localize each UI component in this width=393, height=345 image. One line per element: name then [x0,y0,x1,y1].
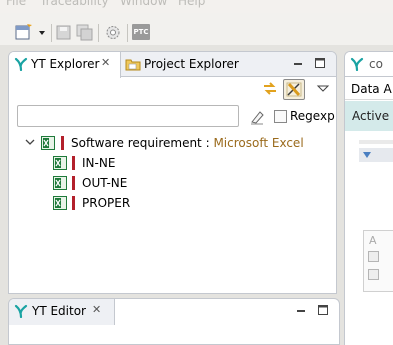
status-marker [72,196,75,210]
tree-node-label: Software requirement : Microsoft Excel [71,136,304,150]
node-separator: : [201,136,214,150]
ptc-icon: PTC [132,24,150,40]
right-header-text: Data A [351,82,392,96]
gear-button[interactable] [104,24,122,41]
tab-label: YT Editor [32,304,86,318]
table-area: A [363,230,393,292]
right-header: Data A [345,78,393,100]
new-wizard-button[interactable] [14,24,36,41]
filter-toggle-button[interactable] [283,79,305,100]
link-with-editor-icon [264,82,276,95]
status-marker [72,156,75,170]
close-icon[interactable]: ✕ [92,303,101,316]
minimize-button[interactable] [295,303,307,320]
eraser-icon [251,111,264,125]
status-marker [61,136,64,150]
right-view: co Data A Active A [344,51,393,345]
tree-node-child[interactable]: PROPER [9,193,336,213]
node-name: Software requirement [71,136,202,150]
view-menu-button[interactable] [316,82,330,96]
clear-filter-button[interactable] [248,108,266,126]
node-type: Microsoft Excel [213,136,304,150]
minimize-icon [294,63,302,65]
menu-window[interactable]: Window [120,0,167,8]
yt-explorer-view: YT Explorer ✕ Project Explorer Regexp So… [8,51,337,294]
tree-node-root[interactable]: Software requirement : Microsoft Excel [9,133,336,153]
yt-logo-icon [350,57,364,71]
menu-traceability[interactable]: Traceability [40,0,109,8]
tree-node-label: OUT-NE [82,176,128,190]
filter-input[interactable] [17,105,239,127]
sync-button[interactable] [261,80,279,98]
yt-logo-icon [14,57,28,71]
folder-icon [125,59,141,71]
minimize-button[interactable] [292,56,304,73]
ptc-button[interactable]: PTC [132,24,152,41]
excel-icon [41,136,55,150]
maximize-button[interactable] [314,56,326,73]
section-header[interactable] [359,148,393,162]
yt-logo-icon [14,304,28,318]
dropdown-arrow-icon [39,31,45,35]
maximize-button[interactable] [317,303,329,320]
maximize-icon [318,305,328,315]
tree-node-label: IN-NE [82,156,116,170]
tab-project-explorer[interactable]: Project Explorer [122,52,252,77]
yt-editor-view: YT Editor ✕ [8,298,340,345]
right-tab[interactable]: co [345,52,393,77]
maximize-icon [315,58,325,68]
save-button[interactable] [56,24,72,41]
tree-node-label: PROPER [82,196,131,210]
explorer-tab-bar: YT Explorer ✕ Project Explorer [9,52,336,78]
checkbox[interactable] [368,251,379,262]
save-all-icon [76,24,93,41]
regexp-checkbox[interactable] [274,110,287,123]
tab-label: Project Explorer [144,57,239,71]
excel-icon [53,196,67,210]
close-icon[interactable]: ✕ [101,56,110,69]
tree-node-child[interactable]: OUT-NE [9,173,336,193]
tab-label: YT Explorer [31,57,100,71]
triangle-down-icon [316,85,330,92]
minimize-icon [297,310,305,312]
tree-node-child[interactable]: IN-NE [9,153,336,173]
main-toolbar: PTC [0,13,393,45]
no-filter-icon [286,82,302,97]
tab-yt-explorer[interactable]: YT Explorer ✕ [9,52,121,78]
menu-bar: File Traceability Window Help [0,0,393,13]
excel-icon [53,176,67,190]
gear-icon [106,26,120,39]
toolbar-separator [51,24,52,42]
collapse-triangle-icon [363,152,371,158]
active-row[interactable]: Active [345,101,393,131]
new-wizard-icon [15,24,32,40]
toolbar-separator [98,24,99,42]
status-marker [72,176,75,190]
save-icon [56,25,71,40]
toolbar-separator [127,24,128,42]
new-wizard-dropdown[interactable] [38,24,48,41]
save-all-button[interactable] [76,24,94,41]
checkbox[interactable] [368,269,379,280]
menu-file[interactable]: File [6,0,26,8]
right-tab-label: co [369,57,383,71]
active-label: Active [352,109,390,123]
expand-chevron-icon[interactable] [25,139,35,147]
excel-icon [53,156,67,170]
menu-help[interactable]: Help [178,0,205,8]
faint-divider [359,140,393,144]
table-col-header: A [369,234,377,247]
regexp-label: Regexp [290,109,335,123]
tab-yt-editor[interactable]: YT Editor ✕ [9,299,115,325]
